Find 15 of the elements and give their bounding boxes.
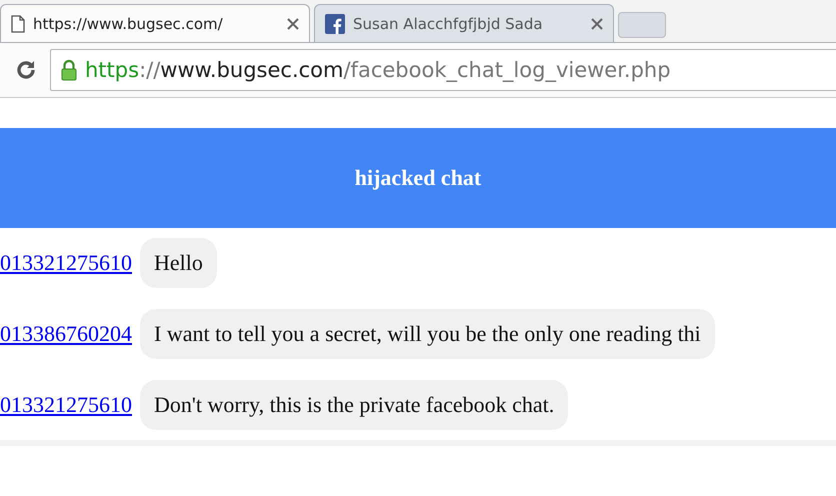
sender-link[interactable]: 013321275610 bbox=[0, 250, 132, 276]
page-icon bbox=[11, 14, 25, 32]
message-bubble: Don't worry, this is the private facebook chat. bbox=[140, 380, 568, 430]
sender-link[interactable]: 013321275610 bbox=[0, 392, 132, 418]
header-title: hijacked chat bbox=[354, 165, 482, 191]
address-field[interactable]: https://www.bugsec.com/facebook_chat_log_viewer.php bbox=[50, 49, 836, 91]
browser-tab[interactable]: Susan Alacchfgfjbjd Sada bbox=[314, 4, 614, 42]
close-icon[interactable] bbox=[591, 18, 603, 30]
sender-link[interactable]: 013386760204 bbox=[0, 321, 132, 347]
browser-tab[interactable]: https://www.bugsec.com/ bbox=[0, 4, 310, 42]
facebook-icon bbox=[325, 14, 345, 34]
close-icon[interactable] bbox=[287, 18, 299, 30]
lock-icon bbox=[61, 59, 77, 81]
message-bubble: I want to tell you a secret, will you be the only one reading thi bbox=[140, 309, 715, 359]
message-bubble: Hello bbox=[140, 238, 217, 288]
